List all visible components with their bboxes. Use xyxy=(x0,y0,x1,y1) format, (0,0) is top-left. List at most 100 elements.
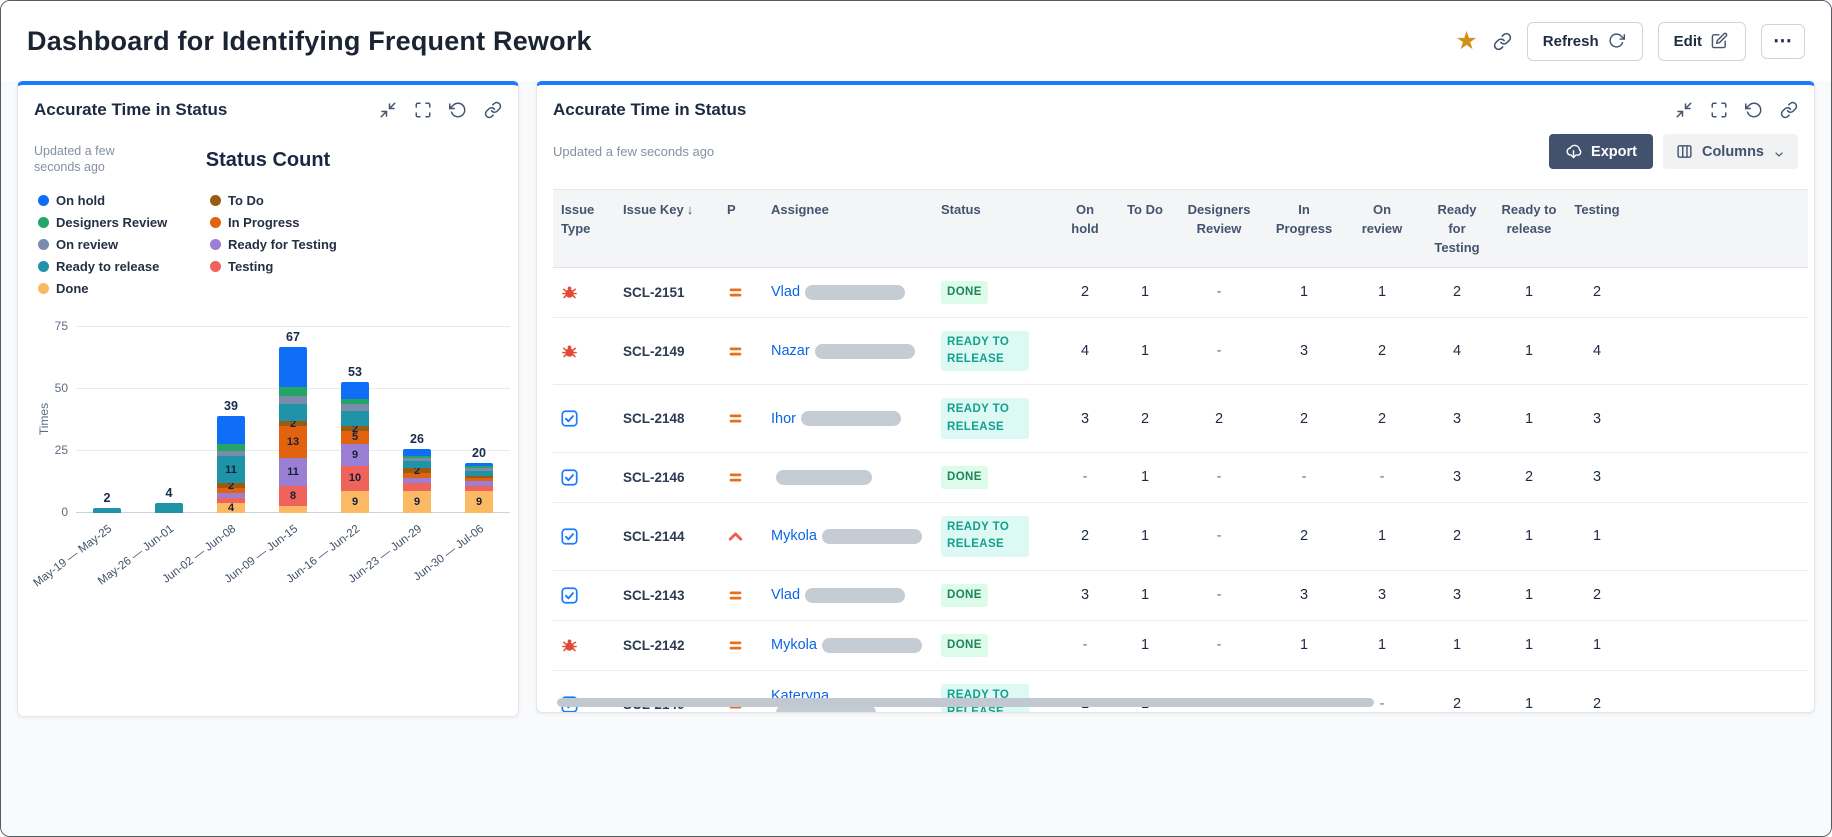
reset-icon[interactable] xyxy=(449,101,467,119)
bar-segment-to-do[interactable]: 2 xyxy=(403,465,431,477)
assignee-link[interactable]: Vlad xyxy=(771,284,800,300)
bar-total-label: 20 xyxy=(472,446,486,461)
bar-segment-testing[interactable]: 8 xyxy=(279,485,307,506)
bar-segment-on-review[interactable] xyxy=(279,396,307,404)
bar-segment-done[interactable]: 9 xyxy=(403,490,431,513)
more-actions-button[interactable]: ⋯ xyxy=(1761,23,1805,59)
bar-segment-to-do[interactable]: 2 xyxy=(341,423,369,435)
assignee-link[interactable]: Ihor xyxy=(771,411,796,427)
bar-segment-ready-to-release[interactable] xyxy=(93,508,121,513)
column-header-p[interactable]: P xyxy=(719,189,763,268)
issue-key: SCL-2144 xyxy=(615,502,719,571)
column-header-issue-type[interactable]: Issue Type xyxy=(553,189,615,268)
fullscreen-icon[interactable] xyxy=(1710,101,1728,119)
legend-item[interactable]: Ready for Testing xyxy=(210,237,382,252)
bar-segment-ready-for-testing[interactable] xyxy=(403,478,431,484)
bar-segment-done[interactable]: 9 xyxy=(341,490,369,513)
legend-item[interactable]: Done xyxy=(38,281,210,296)
collapse-icon[interactable] xyxy=(379,101,397,119)
time-in-status-value: 1 xyxy=(1343,267,1421,318)
bar-segment-ready-to-release[interactable] xyxy=(155,503,183,513)
assignee-link[interactable]: Nazar xyxy=(771,343,810,359)
bar-segment-to-do[interactable]: 2 xyxy=(217,480,245,492)
bar-segment-designers-review[interactable] xyxy=(217,443,245,451)
chart-panel: Accurate Time in Status Updated a few se… xyxy=(17,81,519,717)
legend-item[interactable]: On hold xyxy=(38,193,210,208)
bar-segment-in-progress[interactable] xyxy=(465,478,493,481)
bar-segment-on-review[interactable] xyxy=(217,451,245,456)
legend-item[interactable]: To Do xyxy=(210,193,382,208)
column-header-ready-for-testing[interactable]: Ready for Testing xyxy=(1421,189,1493,268)
horizontal-scrollbar[interactable] xyxy=(557,698,1375,707)
bar-segment-on-hold[interactable] xyxy=(279,346,307,387)
link-icon[interactable] xyxy=(1780,101,1798,119)
bar-segment-testing[interactable] xyxy=(403,483,431,491)
bar-segment-done[interactable]: 4 xyxy=(217,502,245,514)
bar-segment-on-hold[interactable] xyxy=(341,381,369,399)
edit-button[interactable]: Edit xyxy=(1657,21,1746,61)
bar-segment-designers-review[interactable] xyxy=(465,465,493,469)
bar-segment-on-hold[interactable] xyxy=(403,448,431,456)
bar-segment-ready-for-testing[interactable]: 11 xyxy=(279,458,307,486)
column-header-on-review[interactable]: On review xyxy=(1343,189,1421,268)
collapse-icon[interactable] xyxy=(1675,101,1693,119)
export-button[interactable]: Export xyxy=(1549,134,1653,169)
legend-label: Done xyxy=(56,281,89,296)
time-in-status-value: 4 xyxy=(1421,317,1493,386)
bar-segment-ready-for-testing[interactable] xyxy=(217,493,245,499)
bar-segment-on-review[interactable] xyxy=(403,458,431,461)
bar-segment-ready-to-release[interactable] xyxy=(279,403,307,422)
column-header-in-progress[interactable]: In Progress xyxy=(1265,189,1343,268)
bar-segment-on-review[interactable] xyxy=(465,468,493,471)
fullscreen-icon[interactable] xyxy=(414,101,432,119)
bar-segment-designers-review[interactable] xyxy=(279,386,307,397)
column-header-assignee[interactable]: Assignee xyxy=(763,189,933,268)
bar-segment-on-hold[interactable] xyxy=(217,416,245,444)
table-toolbar: Updated a few seconds ago Export Columns xyxy=(537,126,1814,183)
column-header-issue-key[interactable]: Issue Key ↓ xyxy=(615,189,719,268)
legend-item[interactable]: Ready to release xyxy=(38,259,210,274)
bar-segment-done[interactable] xyxy=(279,505,307,513)
bar-segment-on-hold[interactable] xyxy=(465,463,493,466)
bar-segment-designers-review[interactable] xyxy=(341,398,369,404)
bar-segment-ready-to-release[interactable] xyxy=(341,411,369,427)
bar-segment-in-progress[interactable]: 13 xyxy=(279,426,307,459)
bar-segment-done[interactable]: 9 xyxy=(465,490,493,513)
bar-segment-ready-for-testing[interactable]: 9 xyxy=(341,443,369,466)
favorite-star-icon[interactable]: ★ xyxy=(1455,28,1477,54)
bar-segment-ready-to-release[interactable] xyxy=(465,470,493,476)
time-in-status-value: 2 xyxy=(1117,384,1173,453)
link-icon[interactable] xyxy=(484,101,502,119)
share-link-icon[interactable] xyxy=(1493,32,1512,51)
column-header-to-do[interactable]: To Do xyxy=(1117,189,1173,268)
legend-item[interactable]: In Progress xyxy=(210,215,382,230)
bar-segment-to-do[interactable]: 2 xyxy=(279,418,307,430)
y-tick-label: 25 xyxy=(54,443,68,457)
columns-button[interactable]: Columns xyxy=(1662,134,1798,169)
redacted-name-pill xyxy=(814,343,915,359)
column-header-designers-review[interactable]: Designers Review xyxy=(1173,189,1265,268)
bar-segment-ready-to-release[interactable] xyxy=(403,460,431,469)
bar-segment-on-review[interactable] xyxy=(341,403,369,412)
column-header-ready-to-release[interactable]: Ready to release xyxy=(1493,189,1565,268)
legend-item[interactable]: Testing xyxy=(210,259,382,274)
issue-key: SCL-2149 xyxy=(615,317,719,386)
bar-segment-testing[interactable] xyxy=(217,498,245,504)
refresh-button[interactable]: Refresh xyxy=(1526,21,1643,61)
bar-segment-testing[interactable] xyxy=(465,485,493,491)
bar-segment-to-do[interactable] xyxy=(465,475,493,479)
bar-segment-ready-to-release[interactable]: 11 xyxy=(217,455,245,484)
reset-icon[interactable] xyxy=(1745,101,1763,119)
column-header-status[interactable]: Status xyxy=(933,189,1053,268)
legend-item[interactable]: Designers Review xyxy=(38,215,210,230)
bar-segment-testing[interactable]: 10 xyxy=(341,465,369,491)
bar-segment-designers-review[interactable] xyxy=(403,455,431,459)
assignee-link[interactable]: Vlad xyxy=(771,587,800,603)
column-header-testing[interactable]: Testing xyxy=(1565,189,1629,268)
time-in-status-value: 3 xyxy=(1343,570,1421,621)
assignee-link[interactable]: Mykola xyxy=(771,528,817,544)
assignee-link[interactable]: Mykola xyxy=(771,637,817,653)
legend-item[interactable]: On review xyxy=(38,237,210,252)
bar-segment-ready-for-testing[interactable] xyxy=(465,480,493,486)
column-header-on-hold[interactable]: On hold xyxy=(1053,189,1117,268)
